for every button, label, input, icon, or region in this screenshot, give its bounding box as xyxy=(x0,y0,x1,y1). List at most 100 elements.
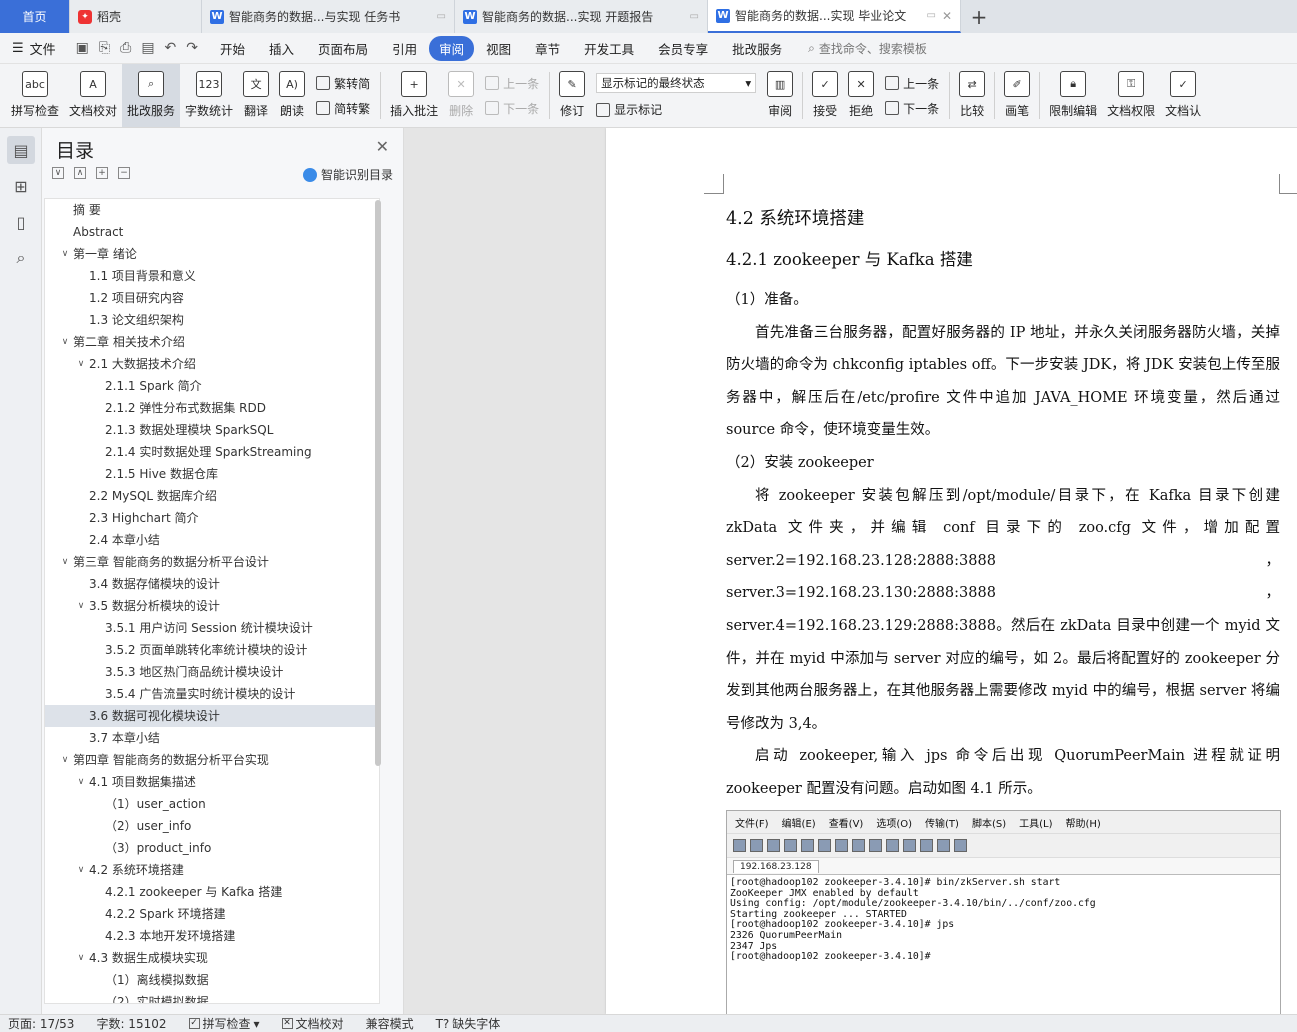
search-icon[interactable]: ⌕ xyxy=(7,244,35,272)
menu-item-view[interactable]: 视图 xyxy=(474,39,523,58)
read-aloud-button[interactable]: A) 朗读 xyxy=(274,64,310,127)
show-markup-button[interactable]: 显示标记 xyxy=(596,101,756,118)
menu-item-layout[interactable]: 页面布局 xyxy=(306,39,380,58)
command-search[interactable]: ⌕ 查找命令、搜索模板 xyxy=(808,40,927,57)
menu-item-correction[interactable]: 批改服务 xyxy=(720,39,794,58)
trad-to-simp-button[interactable]: 繁转简 xyxy=(316,75,370,92)
correction-service-button[interactable]: ⌕ 批改服务 xyxy=(122,64,181,127)
toc-item[interactable]: 3.7 本章小结 xyxy=(45,727,379,749)
toc-item[interactable]: 1.3 论文组织架构 xyxy=(45,309,379,331)
file-menu[interactable]: ☰ 文件 xyxy=(0,39,66,58)
toc-item[interactable]: 2.3 Highchart 简介 xyxy=(45,507,379,529)
toc-item[interactable]: ∨ 4.1 项目数据集描述 xyxy=(45,771,379,793)
chevron-down-icon[interactable]: ∨ xyxy=(57,331,73,353)
toc-item[interactable]: （2）实时模拟数据 xyxy=(45,991,379,1003)
next-revision-button[interactable]: 下一条 xyxy=(885,100,939,117)
spellcheck-button[interactable]: abc 拼写检查 xyxy=(6,64,64,127)
close-icon[interactable]: ✕ xyxy=(942,9,952,23)
prev-comment-button[interactable]: 上一条 xyxy=(485,75,539,92)
menu-item-member[interactable]: 会员专享 xyxy=(646,39,720,58)
next-comment-button[interactable]: 下一条 xyxy=(485,100,539,117)
tab-daoke[interactable]: ✦ 稻壳 xyxy=(70,0,202,33)
toc-item[interactable]: 4.2.3 本地开发环境搭建 xyxy=(45,925,379,947)
doc-cert-button[interactable]: ✓ 文档认 xyxy=(1160,64,1206,127)
toc-item[interactable]: ∨ 第四章 智能商务的数据分析平台实现 xyxy=(45,749,379,771)
toc-icon[interactable]: ▤ xyxy=(7,136,35,164)
toc-item[interactable]: 3.5.3 地区热门商品统计模块设计 xyxy=(45,661,379,683)
spellcheck-toggle[interactable]: ✓ 拼写检查 ▾ xyxy=(188,1015,260,1032)
toc-item[interactable]: 2.4 本章小结 xyxy=(45,529,379,551)
menu-item-insert[interactable]: 插入 xyxy=(257,39,306,58)
toc-item[interactable]: 3.5.1 用户访问 Session 统计模块设计 xyxy=(45,617,379,639)
chevron-down-icon[interactable]: ∨ xyxy=(73,771,89,793)
menu-item-devtools[interactable]: 开发工具 xyxy=(572,39,646,58)
toc-item[interactable]: 2.1.5 Hive 数据仓库 xyxy=(45,463,379,485)
toc-item[interactable]: 3.4 数据存储模块的设计 xyxy=(45,573,379,595)
page-indicator[interactable]: 页面: 17/53 xyxy=(8,1015,74,1032)
toc-item[interactable]: （1）user_action xyxy=(45,793,379,815)
toc-item[interactable]: 2.1.4 实时数据处理 SparkStreaming xyxy=(45,441,379,463)
print-icon[interactable]: ⎙ xyxy=(120,40,131,56)
save-icon[interactable]: ▣ xyxy=(76,40,89,56)
track-changes-button[interactable]: ✎ 修订 xyxy=(554,64,590,127)
document-body[interactable]: 4.2 系统环境搭建 4.2.1 zookeeper 与 Kafka 搭建 （1… xyxy=(726,204,1280,806)
chevron-down-icon[interactable]: ∨ xyxy=(73,859,89,881)
toc-item[interactable]: 摘 要 xyxy=(45,199,379,221)
toc-item[interactable]: 3.5.4 广告流量实时统计模块的设计 xyxy=(45,683,379,705)
doc-permission-button[interactable]: ⚿ 文档权限 xyxy=(1102,64,1160,127)
tab-home[interactable]: 首页 xyxy=(0,0,70,33)
chevron-down-icon[interactable]: ∨ xyxy=(57,749,73,771)
toc-item[interactable]: ∨ 4.2 系统环境搭建 xyxy=(45,859,379,881)
document-page[interactable]: 4.2 系统环境搭建 4.2.1 zookeeper 与 Kafka 搭建 （1… xyxy=(606,128,1297,1014)
menu-item-section[interactable]: 章节 xyxy=(523,39,572,58)
menu-item-review[interactable]: 审阅 xyxy=(429,35,475,61)
tab-doc-thesis[interactable]: W 智能商务的数据...实现 毕业论文 ▭ ✕ xyxy=(708,0,961,33)
toc-item[interactable]: ∨ 第三章 智能商务的数据分析平台设计 xyxy=(45,551,379,573)
toc-item[interactable]: （3）product_info xyxy=(45,837,379,859)
pen-button[interactable]: ✐ 画笔 xyxy=(999,64,1035,127)
toc-item[interactable]: 2.1.1 Spark 简介 xyxy=(45,375,379,397)
reject-button[interactable]: ✕ 拒绝 xyxy=(843,64,879,127)
toc-item[interactable]: 3.5.2 页面单跳转化率统计模块的设计 xyxy=(45,639,379,661)
word-count-indicator[interactable]: 字数: 15102 xyxy=(96,1015,166,1032)
toc-item[interactable]: 2.1.2 弹性分布式数据集 RDD xyxy=(45,397,379,419)
simp-to-trad-button[interactable]: 简转繁 xyxy=(316,100,370,117)
toc-item[interactable]: ∨ 4.3 数据生成模块实现 xyxy=(45,947,379,969)
toc-item[interactable]: 4.2.2 Spark 环境搭建 xyxy=(45,903,379,925)
insert-comment-button[interactable]: + 插入批注 xyxy=(385,64,443,127)
toc-item[interactable]: ∨ 2.1 大数据技术介绍 xyxy=(45,353,379,375)
new-tab-icon[interactable]: + xyxy=(961,0,997,33)
review-pane-button[interactable]: ▥ 审阅 xyxy=(762,64,798,127)
menu-item-references[interactable]: 引用 xyxy=(380,39,429,58)
delete-comment-button[interactable]: ✕ 删除 xyxy=(443,64,479,127)
markup-state-select[interactable]: 显示标记的最终状态 ▾ xyxy=(596,73,757,93)
tab-doc-task[interactable]: W 智能商务的数据...与实现 任务书 ▭ xyxy=(202,0,455,33)
toc-item[interactable]: ∨ 3.5 数据分析模块的设计 xyxy=(45,595,379,617)
toc-item[interactable]: 2.2 MySQL 数据库介绍 xyxy=(45,485,379,507)
collapse-all-icon[interactable]: ∨ xyxy=(52,167,64,179)
missing-font-button[interactable]: T? 缺失字体 xyxy=(436,1015,501,1032)
proofread-toggle[interactable]: ✕ 文档校对 xyxy=(281,1015,344,1032)
chevron-down-icon[interactable]: ∨ xyxy=(57,551,73,573)
toc-item[interactable]: （1）离线模拟数据 xyxy=(45,969,379,991)
chevron-down-icon[interactable]: ∨ xyxy=(73,947,89,969)
undo-icon[interactable]: ↶ xyxy=(165,40,177,56)
chevron-down-icon[interactable]: ∨ xyxy=(57,243,73,265)
tab-doc-proposal[interactable]: W 智能商务的数据...实现 开题报告 ▭ xyxy=(455,0,708,33)
print-preview-icon[interactable]: ▤ xyxy=(141,40,154,56)
toc-item[interactable]: ∨ 第二章 相关技术介绍 xyxy=(45,331,379,353)
chevron-down-icon[interactable]: ∨ xyxy=(73,595,89,617)
toc-scrollbar[interactable] xyxy=(375,200,381,766)
chapter-nav-icon[interactable]: ⊞ xyxy=(7,172,35,200)
toc-item[interactable]: 4.2.1 zookeeper 与 Kafka 搭建 xyxy=(45,881,379,903)
export-icon[interactable]: ⎘ xyxy=(99,40,110,56)
toc-item[interactable]: 2.1.3 数据处理模块 SparkSQL xyxy=(45,419,379,441)
compare-button[interactable]: ⇄ 比较 xyxy=(954,64,990,127)
translate-button[interactable]: 文翻译 xyxy=(238,64,274,127)
word-count-button[interactable]: 123 字数统计 xyxy=(180,64,238,127)
toc-item[interactable]: 3.6 数据可视化模块设计 xyxy=(45,705,379,727)
menu-item-start[interactable]: 开始 xyxy=(208,39,257,58)
bookmark-icon[interactable]: ▯ xyxy=(7,208,35,236)
close-icon[interactable]: ✕ xyxy=(376,137,389,156)
chevron-down-icon[interactable]: ∨ xyxy=(73,353,89,375)
